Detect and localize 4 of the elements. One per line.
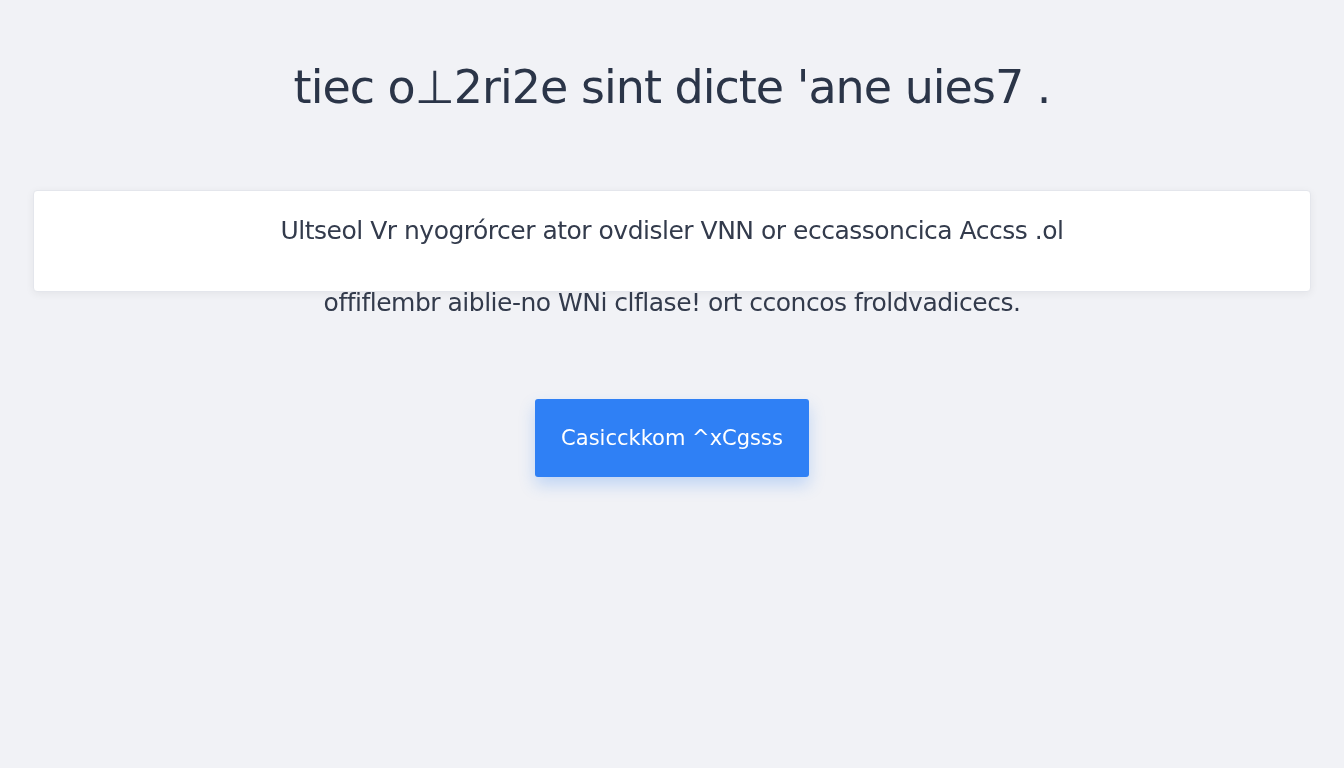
page-heading: tiec o⊥2ri2e sint dicte 'ane uies7 .: [293, 60, 1051, 114]
notice-text: Ultseol Vr nyogrórcer ator ovdisler VNN or eccassoncica Accss .ol: [280, 215, 1064, 245]
primary-button[interactable]: Casicckkom ^xCgsss: [535, 399, 809, 477]
description-text: offiflembr aiblie-no WNi clflase! ort cconcos froldvadicecs.: [323, 288, 1021, 317]
